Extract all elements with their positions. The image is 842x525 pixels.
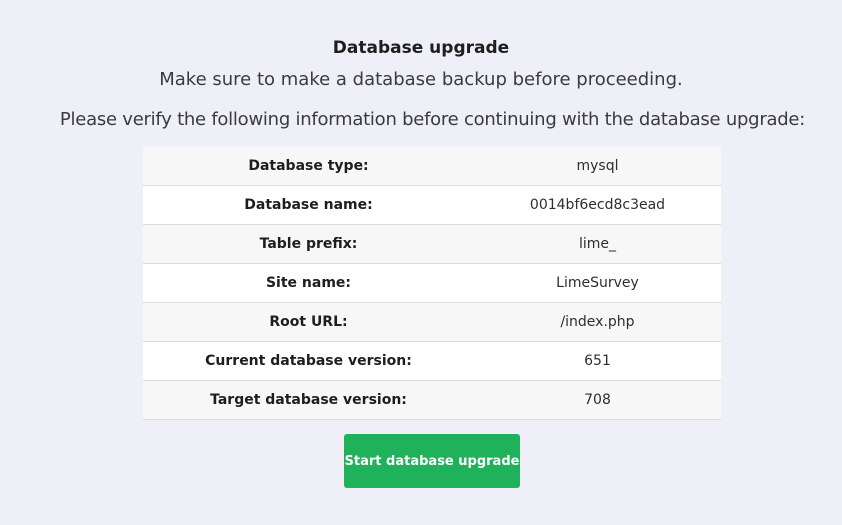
row-label: Database name: [143,185,474,225]
table-row: Current database version: 651 [143,341,721,381]
row-label: Target database version: [143,380,474,420]
row-label: Root URL: [143,302,474,342]
page-title: Database upgrade [332,38,510,58]
table-row: Root URL: /index.php [143,302,721,342]
row-value: 0014bf6ecd8c3ead [474,185,721,225]
table-row: Database name: 0014bf6ecd8c3ead [143,185,721,225]
upgrade-page: Database upgrade Make sure to make a dat… [0,0,842,525]
table-row: Table prefix: lime_ [143,224,721,264]
backup-warning: Make sure to make a database backup befo… [159,69,683,90]
row-label: Site name: [143,263,474,303]
row-value: lime_ [474,224,721,264]
row-value: LimeSurvey [474,263,721,303]
row-label: Database type: [143,147,474,186]
verify-instructions: Please verify the following information … [59,109,806,130]
row-label: Table prefix: [143,224,474,264]
row-value: 708 [474,380,721,420]
row-value: 651 [474,341,721,381]
row-value: mysql [474,147,721,186]
row-value: /index.php [474,302,721,342]
database-info-table: Database type: mysql Database name: 0014… [143,147,721,420]
start-database-upgrade-button[interactable]: Start database upgrade [344,434,520,488]
row-label: Current database version: [143,341,474,381]
table-row: Site name: LimeSurvey [143,263,721,303]
table-row: Target database version: 708 [143,380,721,420]
table-row: Database type: mysql [143,147,721,186]
